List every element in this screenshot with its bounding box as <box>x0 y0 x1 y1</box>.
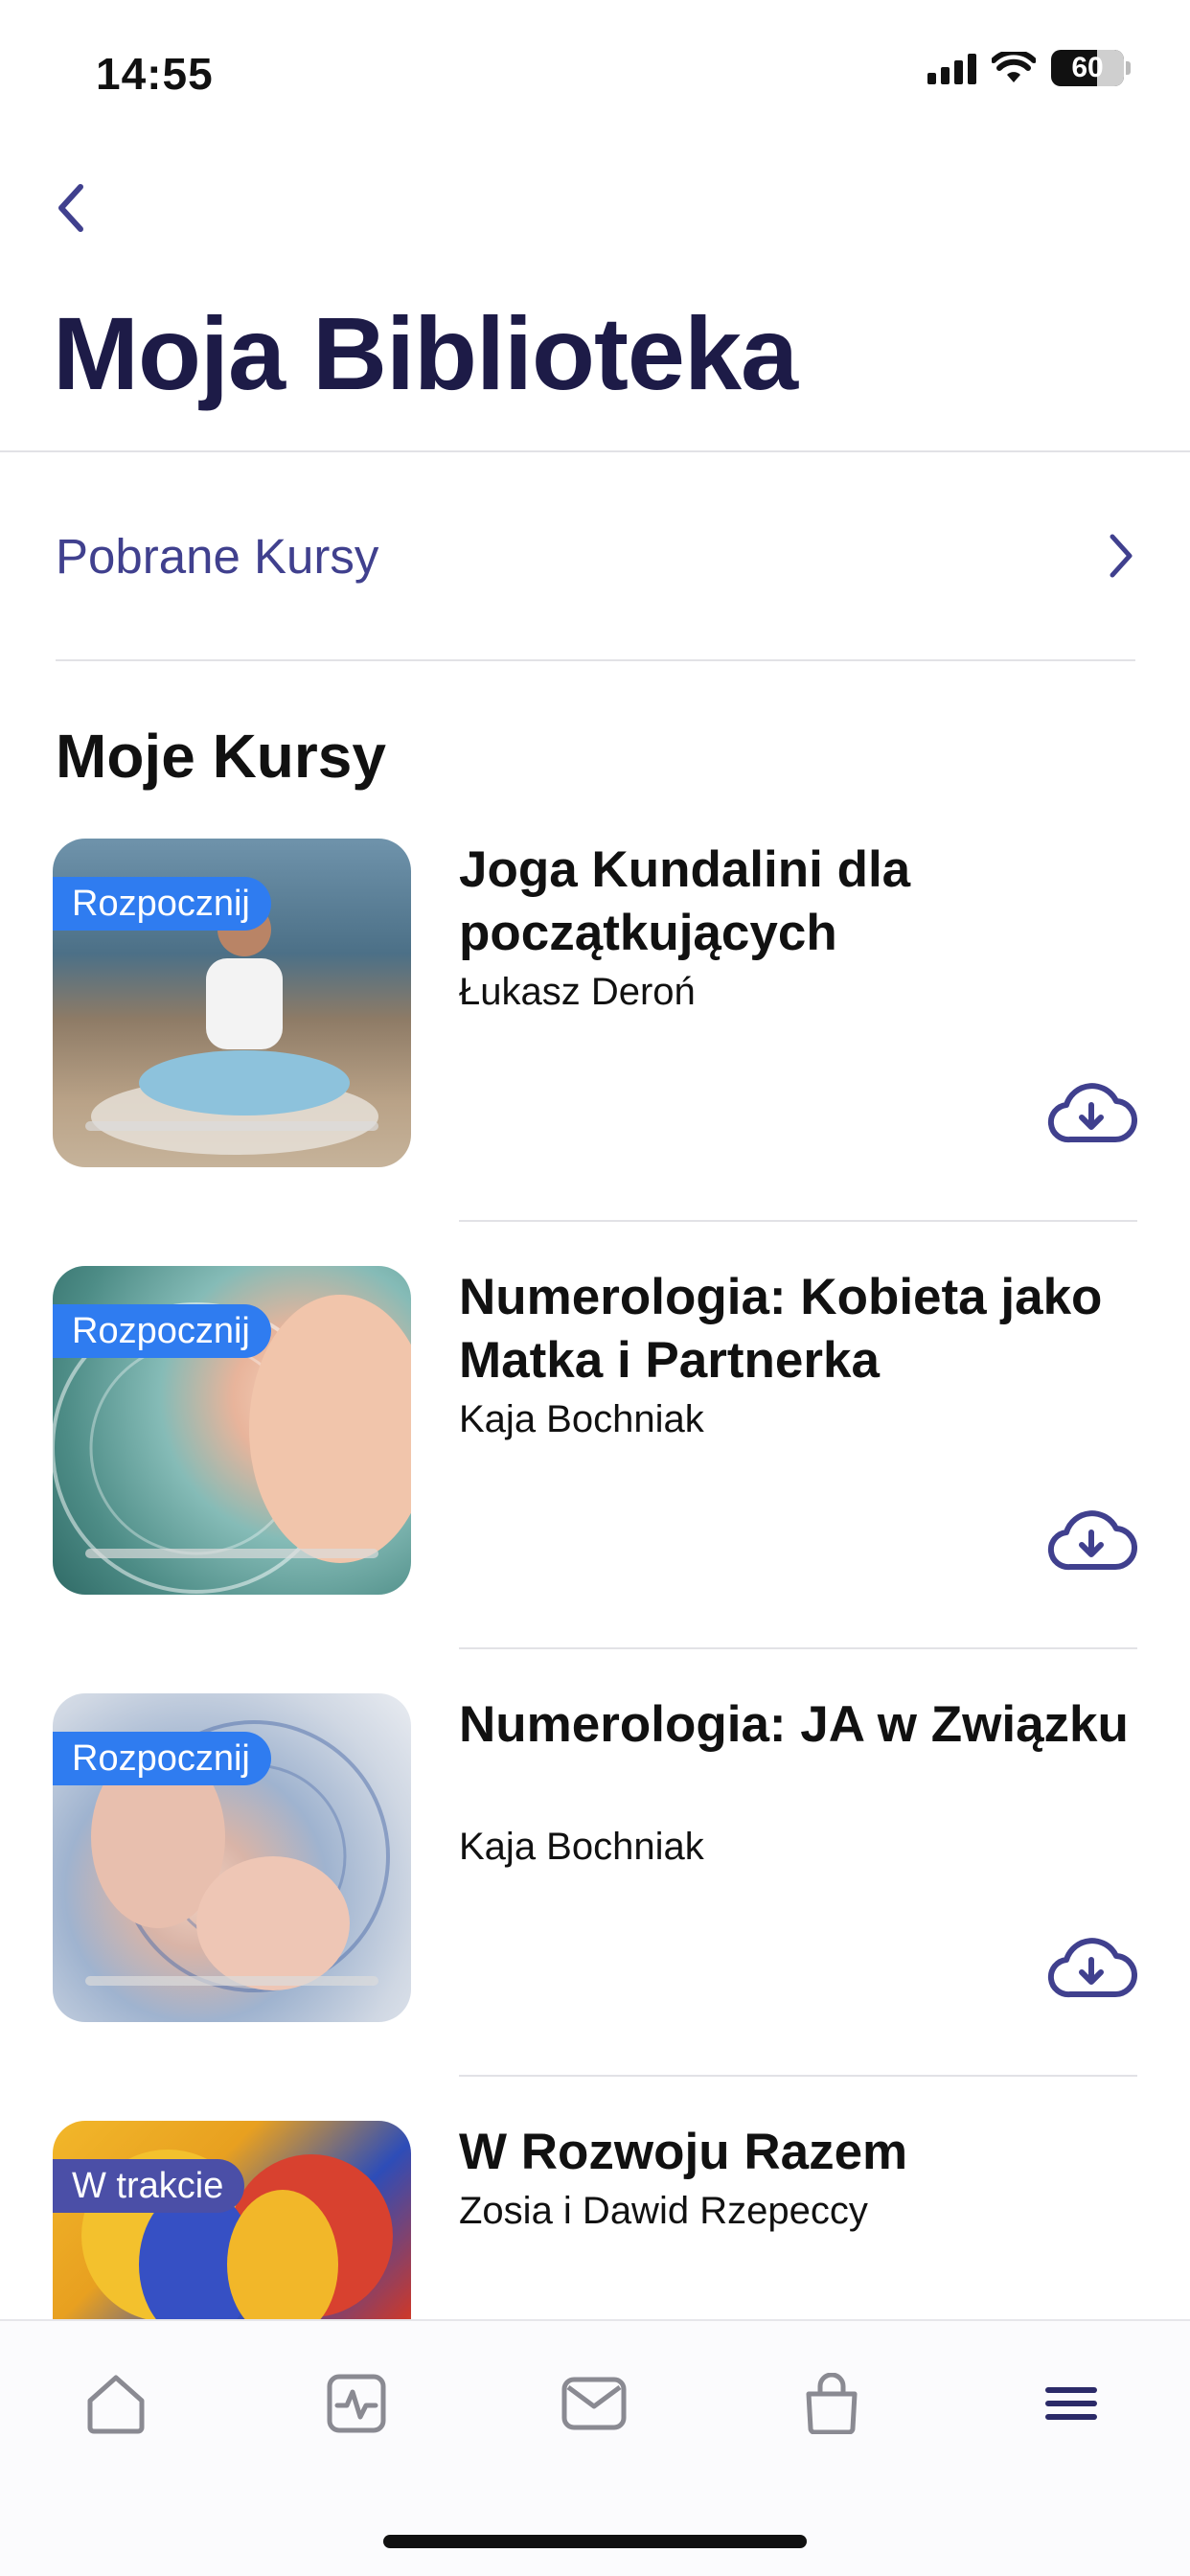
course-author: Łukasz Deroń <box>459 971 696 1013</box>
course-thumbnail[interactable]: Rozpocznij <box>53 1693 411 2022</box>
section-divider <box>56 659 1135 661</box>
course-item[interactable]: Rozpocznij Numerologia: Kobieta jako Mat… <box>53 1266 1138 1693</box>
course-author: Kaja Bochniak <box>459 1398 704 1440</box>
status-time: 14:55 <box>96 49 214 99</box>
course-title: Numerologia: JA w Związku <box>459 1696 1129 1753</box>
course-list: Rozpocznij Joga Kundalini dla początkują… <box>53 839 1138 2548</box>
status-badge: Rozpocznij <box>53 877 271 931</box>
tab-shop[interactable] <box>793 2365 870 2442</box>
wifi-icon <box>992 52 1036 82</box>
item-divider <box>459 1220 1137 1222</box>
cellular-signal-icon <box>927 52 976 84</box>
course-title: Joga Kundalini dla początkujących <box>459 841 911 961</box>
course-thumbnail[interactable]: Rozpocznij <box>53 1266 411 1595</box>
status-bar: 14:55 60 <box>0 0 1190 144</box>
chevron-left-icon <box>58 184 83 232</box>
progress-track <box>85 1121 378 1131</box>
course-title: Numerologia: Kobieta jako Matka i Partne… <box>459 1269 1103 1389</box>
cloud-download-icon <box>1047 1510 1138 1571</box>
shop-bag-icon <box>806 2373 858 2434</box>
battery-icon: 60 <box>1051 50 1124 86</box>
progress-track <box>85 1976 378 1986</box>
status-badge: W trakcie <box>53 2159 245 2213</box>
menu-icon <box>1045 2387 1097 2420</box>
section-title: Moje Kursy <box>56 722 386 791</box>
course-author: Kaja Bochniak <box>459 1826 704 1868</box>
battery-indicator: 60 <box>1051 50 1131 86</box>
tab-messages[interactable] <box>556 2365 632 2442</box>
tab-home[interactable] <box>78 2365 154 2442</box>
download-button[interactable] <box>1045 1506 1138 1575</box>
cloud-download-icon <box>1047 1938 1138 1998</box>
status-icons: 60 <box>927 50 1131 86</box>
status-badge: Rozpocznij <box>53 1732 271 1785</box>
download-button[interactable] <box>1045 1078 1138 1147</box>
mail-icon <box>561 2377 627 2430</box>
back-button[interactable] <box>42 177 100 239</box>
download-button[interactable] <box>1045 1933 1138 2002</box>
cloud-download-icon <box>1047 1083 1138 1143</box>
downloaded-courses-row[interactable]: Pobrane Kursy <box>56 498 1135 613</box>
header-divider <box>0 450 1190 452</box>
course-title: W Rozwoju Razem <box>459 2124 908 2180</box>
tab-menu[interactable] <box>1033 2365 1110 2442</box>
page-title: Moja Biblioteka <box>53 295 798 411</box>
course-item[interactable]: Rozpocznij Joga Kundalini dla początkują… <box>53 839 1138 1266</box>
downloaded-courses-label: Pobrane Kursy <box>56 528 379 584</box>
chevron-right-icon <box>1110 534 1133 578</box>
course-author: Zosia i Dawid Rzepeccy <box>459 2190 868 2232</box>
tab-activity[interactable] <box>318 2365 395 2442</box>
course-thumbnail[interactable]: Rozpocznij <box>53 839 411 1167</box>
battery-level: 60 <box>1071 52 1104 83</box>
home-indicator <box>383 2535 807 2548</box>
home-icon <box>87 2375 145 2434</box>
item-divider <box>459 2075 1137 2077</box>
progress-track <box>85 1549 378 1558</box>
status-badge: Rozpocznij <box>53 1304 271 1358</box>
course-item[interactable]: Rozpocznij Numerologia: JA w Związku Kaj… <box>53 1693 1138 2121</box>
item-divider <box>459 1647 1137 1649</box>
activity-icon <box>327 2374 386 2433</box>
